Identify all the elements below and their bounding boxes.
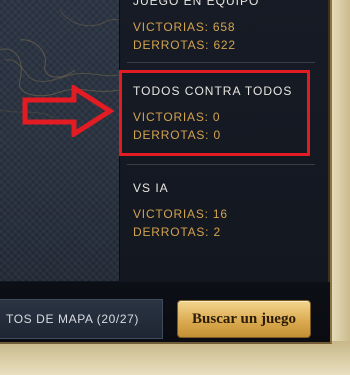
group-title-vs-ai: VS IA — [133, 181, 169, 195]
arrow-right-icon — [22, 85, 114, 137]
vs-ai-victories: VICTORIAS: 16 — [133, 207, 228, 221]
highlight-box — [119, 70, 310, 156]
group-title-team: JUEGO EN EQUIPO — [133, 0, 260, 8]
vs-ai-defeats: DERROTAS: 2 — [133, 225, 221, 239]
map-preview — [0, 0, 120, 281]
divider — [127, 62, 315, 63]
divider — [127, 164, 315, 165]
parchment-background-bottom — [0, 341, 350, 375]
find-game-button[interactable]: Buscar un juego — [177, 300, 311, 338]
find-game-label: Buscar un juego — [192, 310, 296, 327]
map-objectives-label: TOS DE MAPA (20/27) — [6, 312, 139, 326]
map-contours — [0, 9, 119, 119]
team-defeats: DERROTAS: 622 — [133, 38, 236, 52]
map-objectives-button[interactable]: TOS DE MAPA (20/27) — [0, 299, 163, 339]
team-victories: VICTORIAS: 658 — [133, 20, 236, 34]
stats-window: JUEGO EN EQUIPO VICTORIAS: 658 DERROTAS:… — [0, 0, 332, 344]
